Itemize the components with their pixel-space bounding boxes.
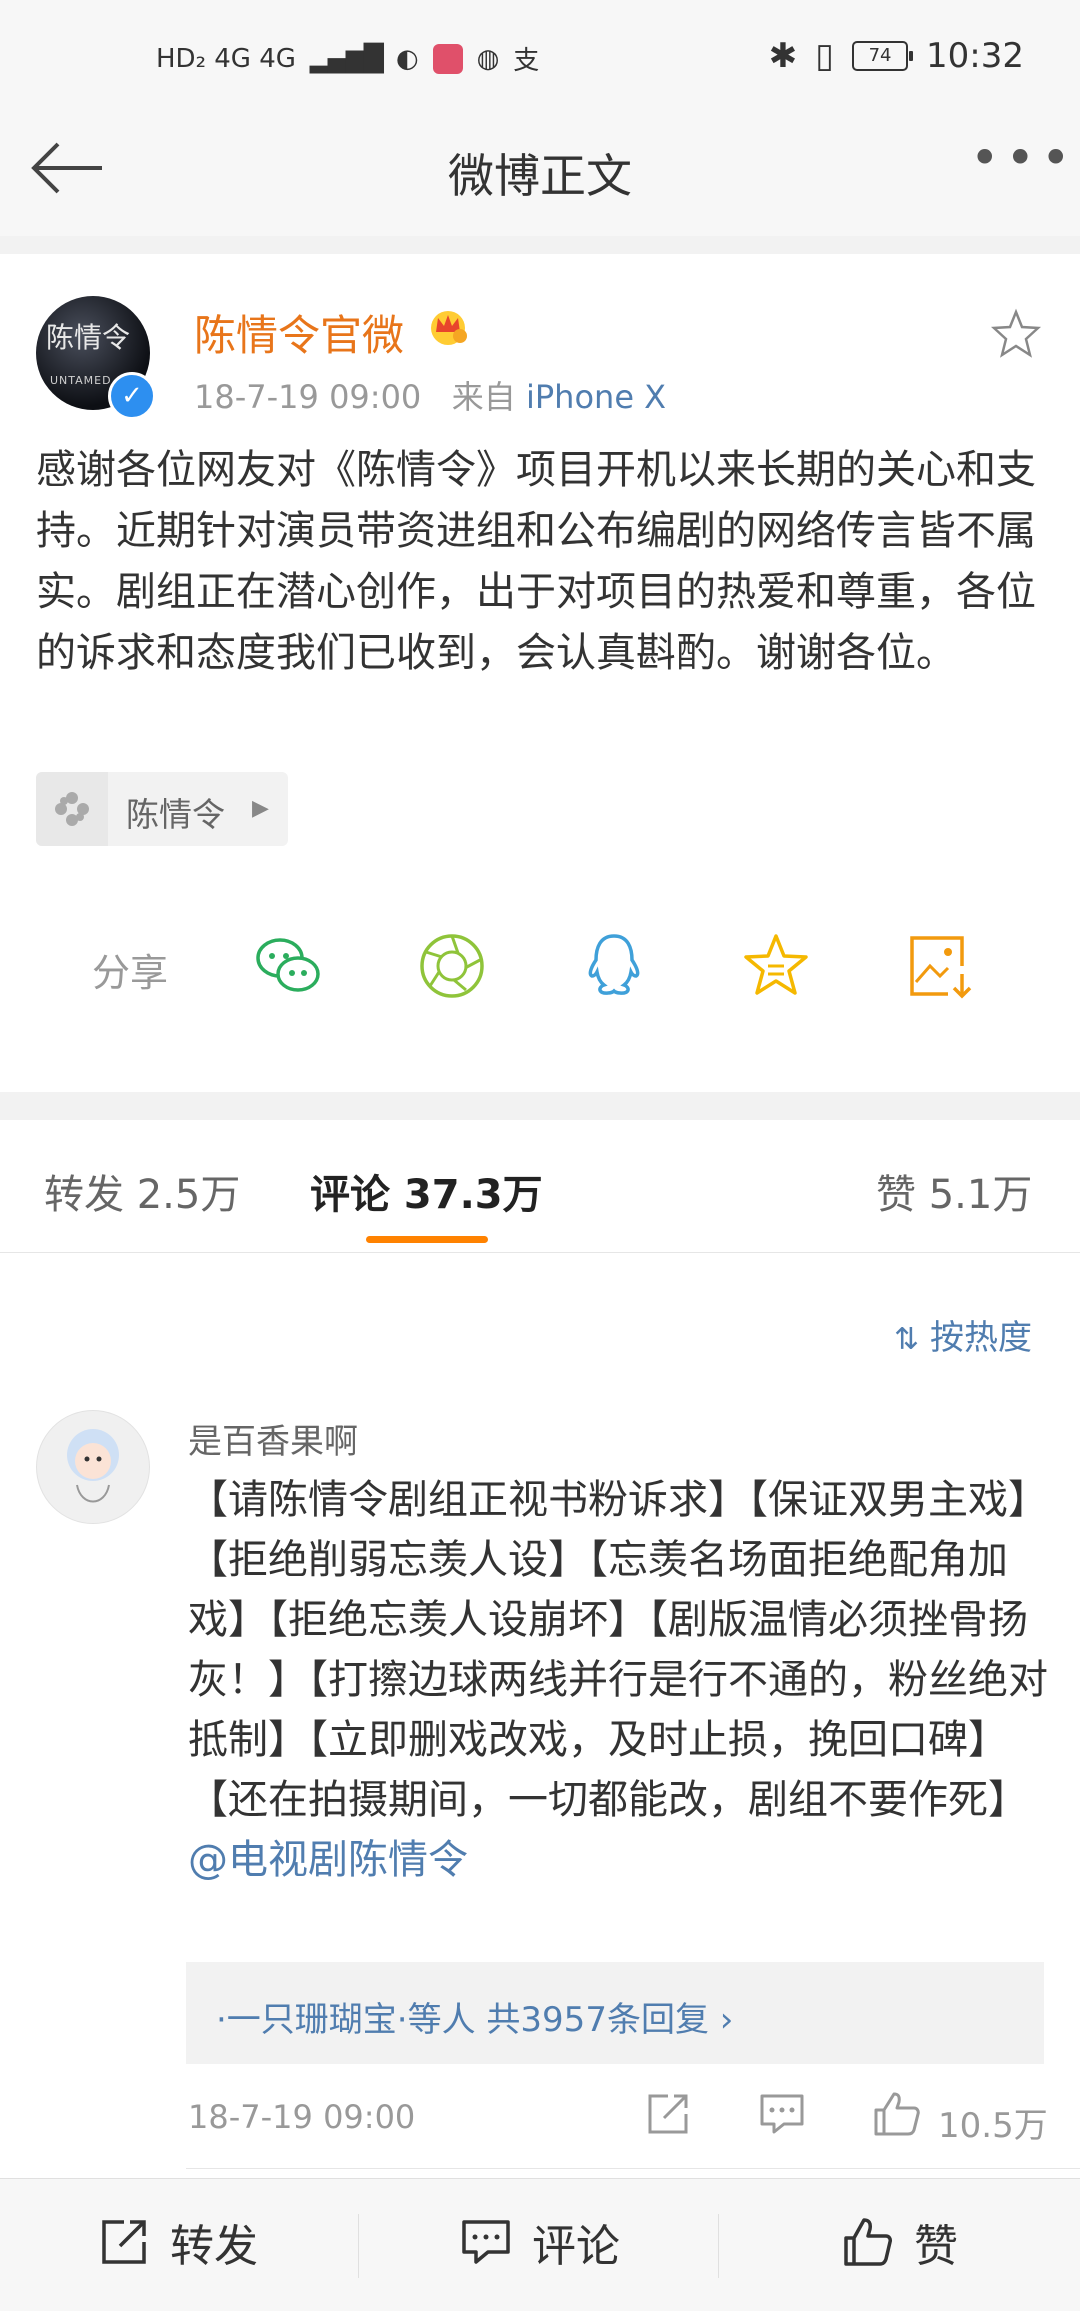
commenter-avatar[interactable]: [36, 1410, 150, 1524]
post-meta: 18-7-19 09:00 来自 iPhone X: [194, 372, 666, 418]
share-label: 分享: [92, 951, 169, 995]
like-icon: [844, 2218, 892, 2266]
battery-icon: 74: [852, 41, 914, 71]
sort-icon: ⇅: [894, 1322, 920, 1357]
comment-like-count: 10.5万: [938, 2106, 1048, 2146]
comment-mention[interactable]: @电视剧陈情令: [188, 1837, 468, 1883]
replies-summary[interactable]: ·一只珊瑚宝·等人 共3957条回复 ›: [216, 1992, 733, 2041]
save-image-icon[interactable]: [904, 930, 976, 1002]
qq-share-icon[interactable]: [578, 930, 650, 1002]
comment-reply-icon[interactable]: [754, 2086, 810, 2142]
avatar-subtitle: UNTAMED: [50, 374, 112, 387]
moments-share-icon[interactable]: [416, 930, 488, 1002]
globe-icon: ◐: [395, 43, 419, 74]
source-prefix: 来自: [451, 378, 516, 416]
toolbar-separator: [358, 2214, 359, 2278]
tab-repost[interactable]: 转发 2.5万: [44, 1162, 240, 1220]
chevron-right-icon: ▶: [252, 796, 269, 821]
supertopic-icon: [55, 792, 89, 826]
toolbar-separator: [718, 2214, 719, 2278]
like-label: 赞: [914, 2221, 958, 2272]
book-app-icon: [432, 43, 463, 74]
post-source[interactable]: iPhone X: [526, 378, 666, 416]
commenter-name[interactable]: 是百香果啊: [188, 1414, 358, 1463]
comment-label: 评论: [532, 2221, 620, 2272]
wechat-share-icon[interactable]: [252, 930, 324, 1002]
author-name[interactable]: 陈情令官微: [194, 302, 404, 363]
comment-icon: [462, 2220, 510, 2264]
signal-icon: ▂▄▆█: [309, 43, 384, 74]
comment-body: 【请陈情令剧组正视书粉诉求】【保证双男主戏】【拒绝削弱忘羡人设】【忘羡名场面拒绝…: [188, 1470, 1048, 1890]
vip-crown-icon: [431, 311, 467, 345]
repost-label: 转发: [170, 2221, 258, 2272]
more-icon: •••: [970, 129, 1077, 187]
comment-divider: [186, 2168, 1080, 2169]
favorite-star-icon[interactable]: [990, 308, 1042, 360]
bluetooth-icon: ✱: [768, 36, 798, 76]
status-right: ✱ ▯ 74 10:32: [769, 36, 1024, 76]
topic-chip-icon: [36, 772, 108, 846]
sort-button[interactable]: ⇅ 按热度: [894, 1310, 1032, 1359]
avatar-title: 陈情令: [46, 321, 131, 354]
comment-timestamp: 18-7-19 09:00: [188, 2098, 416, 2136]
comment-like-icon[interactable]: [868, 2086, 924, 2142]
tabs-divider: [0, 1252, 1080, 1253]
section-divider: [0, 236, 1080, 254]
verified-badge-icon: ✓: [108, 372, 156, 420]
tab-comments[interactable]: 评论 37.3万: [310, 1162, 543, 1220]
commenter-avatar-image: [67, 1429, 119, 1503]
comment-repost-icon[interactable]: [640, 2086, 696, 2142]
tab-likes[interactable]: 赞 5.1万: [876, 1162, 1032, 1220]
app-icon: ◍: [476, 43, 500, 74]
active-tab-indicator: [366, 1236, 488, 1243]
clock: 10:32: [926, 36, 1024, 76]
comment-button[interactable]: 评论: [460, 2210, 620, 2274]
post-body: 感谢各位网友对《陈情令》项目开机以来长期的关心和支持。近期针对演员带资进组和公布…: [36, 447, 1036, 676]
post-timestamp: 18-7-19 09:00: [194, 378, 422, 416]
repost-icon: [102, 2220, 146, 2264]
vibrate-icon: ▯: [815, 36, 835, 76]
status-indicators: HD₂ 4G 4G ▂▄▆█ ◐ ◍ 支: [156, 40, 539, 77]
favorite-share-icon[interactable]: [740, 930, 812, 1002]
page-title: 微博正文: [448, 149, 632, 203]
like-button[interactable]: 赞: [842, 2210, 958, 2274]
alipay-icon: 支: [513, 46, 540, 76]
repost-button[interactable]: 转发: [98, 2210, 258, 2274]
comment-text: 【请陈情令剧组正视书粉诉求】【保证双男主戏】【拒绝削弱忘羡人设】【忘羡名场面拒绝…: [188, 1477, 1048, 1823]
sort-label: 按热度: [929, 1318, 1032, 1358]
section-divider: [0, 1092, 1080, 1120]
more-options-button[interactable]: •••: [970, 133, 1070, 198]
network-indicators: HD₂ 4G 4G: [156, 43, 296, 74]
topic-label: 陈情令: [126, 795, 225, 834]
